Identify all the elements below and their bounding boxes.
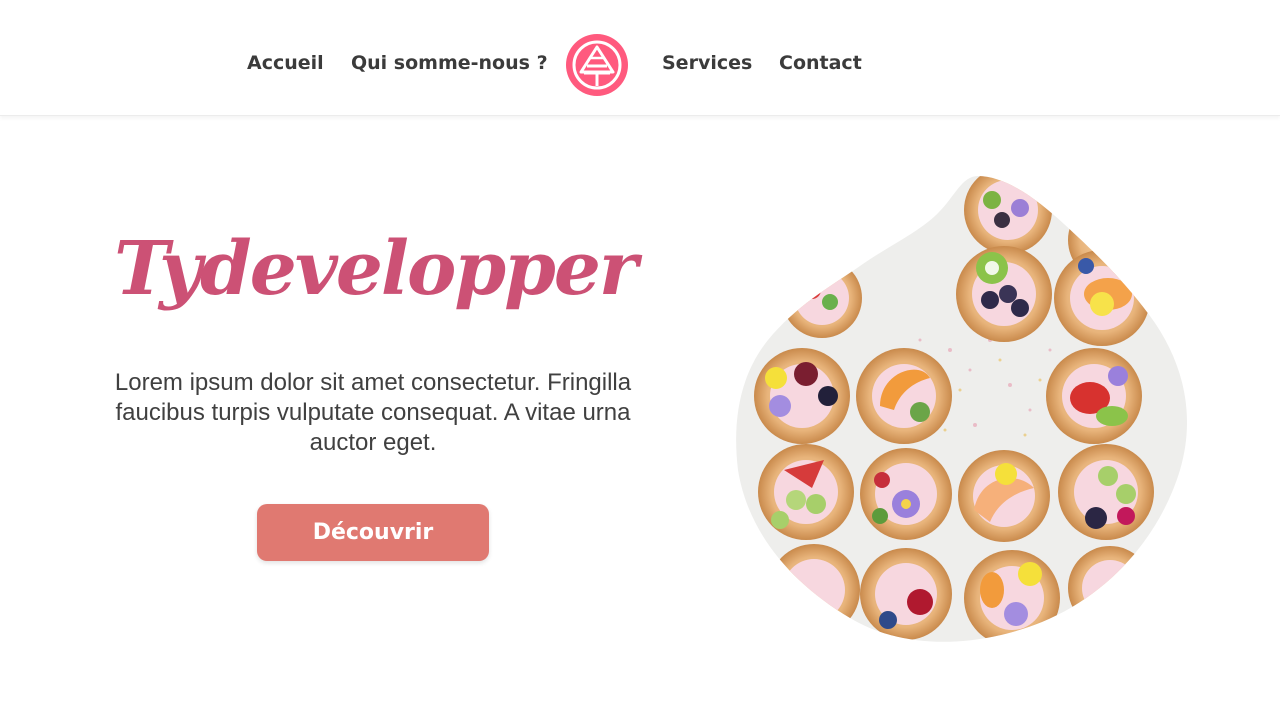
nav-link-accueil[interactable]: Accueil [247, 52, 324, 74]
pink-circle-logo-icon[interactable] [564, 32, 630, 98]
nav-link-contact[interactable]: Contact [779, 52, 862, 74]
hero-description: Lorem ipsum dolor sit amet consectetur. … [114, 369, 632, 456]
nav-link-qui-sommes-nous[interactable]: Qui somme-nous ? [351, 52, 548, 74]
decouvrir-button[interactable]: Découvrir [257, 504, 489, 561]
top-navigation-bar: Accueil Qui somme-nous ? Services Contac… [0, 0, 1280, 116]
nav-link-services[interactable]: Services [662, 52, 752, 74]
pastries-blob-image [736, 176, 1188, 642]
hero-title: Tydevelopper [114, 226, 638, 312]
